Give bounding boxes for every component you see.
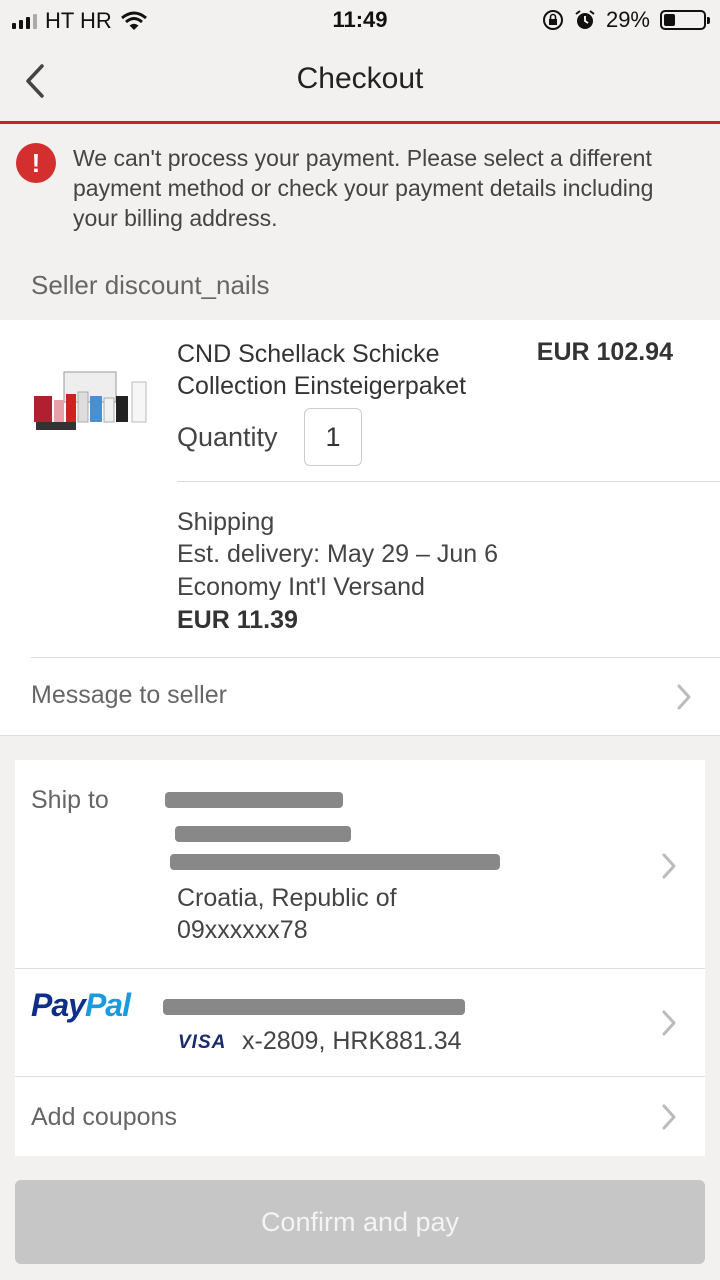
ship-to-label: Ship to <box>31 786 109 814</box>
quantity-input[interactable]: 1 <box>304 408 362 466</box>
status-right: 29% <box>542 7 710 33</box>
shipping-method: Economy Int'l Versand <box>177 573 425 601</box>
shipping-label: Shipping <box>177 508 275 536</box>
message-to-seller-row[interactable]: Message to seller <box>0 658 720 736</box>
chevron-right-icon <box>676 683 692 711</box>
redacted-city <box>170 854 500 870</box>
item-price: EUR 102.94 <box>536 338 673 366</box>
redacted-email <box>163 999 465 1015</box>
item-title[interactable]: CND Schellack Schicke Collection Einstei… <box>177 338 507 402</box>
seller-label: Seller discount_nails <box>31 270 270 300</box>
item-card: CND Schellack Schicke Collection Einstei… <box>0 320 720 736</box>
product-image <box>30 370 154 432</box>
add-coupons-label: Add coupons <box>31 1103 177 1131</box>
checkout-header: Checkout <box>0 40 720 124</box>
redacted-name <box>165 792 343 808</box>
page-title: Checkout <box>296 62 424 95</box>
redacted-street <box>175 826 351 842</box>
shipping-delivery: Est. delivery: May 29 – Jun 6 <box>177 540 498 568</box>
add-coupons-row[interactable]: Add coupons <box>15 1077 705 1156</box>
address-country: Croatia, Republic of <box>177 884 397 912</box>
chevron-right-icon <box>661 1009 677 1037</box>
address-phone: 09xxxxxx78 <box>177 916 308 944</box>
chevron-left-icon <box>26 64 44 98</box>
divider <box>177 481 720 482</box>
alarm-icon <box>575 10 595 29</box>
ship-to-row[interactable]: Ship to Croatia, Republic of 09xxxxxx78 <box>15 760 705 968</box>
quantity-label: Quantity <box>177 422 278 452</box>
payment-error-banner: ! We can't process your payment. Please … <box>0 127 720 257</box>
chevron-right-icon <box>661 852 677 880</box>
back-button[interactable] <box>22 62 52 102</box>
rotation-lock-icon <box>542 10 563 30</box>
payment-method-row[interactable]: PayPal VISA x-2809, HRK881.34 <box>15 969 705 1076</box>
battery-fill <box>664 14 675 26</box>
card-detail: x-2809, HRK881.34 <box>242 1027 462 1055</box>
status-bar: HT HR 11:49 29% <box>0 0 720 40</box>
error-message: We can't process your payment. Please se… <box>73 145 654 231</box>
battery-icon <box>660 10 710 30</box>
checkout-details-card: Ship to Croatia, Republic of 09xxxxxx78 … <box>15 760 705 1156</box>
shipping-cost: EUR 11.39 <box>177 606 298 634</box>
message-to-seller-label: Message to seller <box>31 681 227 709</box>
chevron-right-icon <box>661 1103 677 1131</box>
visa-icon: VISA <box>178 1032 227 1053</box>
paypal-logo: PayPal <box>31 987 131 1023</box>
error-icon: ! <box>16 143 56 183</box>
confirm-and-pay-button[interactable]: Confirm and pay <box>15 1180 705 1264</box>
battery-percent: 29% <box>605 7 650 32</box>
